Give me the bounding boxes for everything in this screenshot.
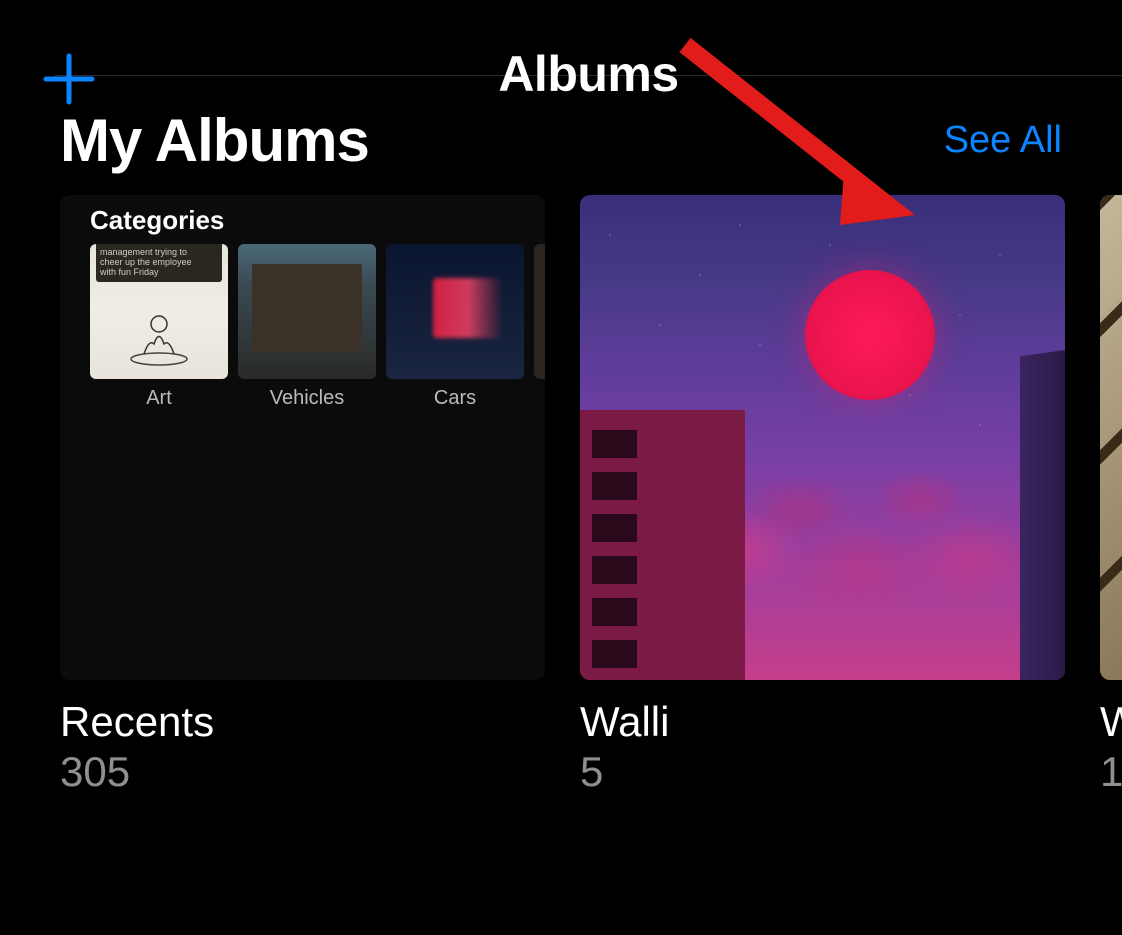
album-walli[interactable]: Walli 5 <box>580 195 1065 796</box>
see-all-link[interactable]: See All <box>944 119 1062 162</box>
building-decoration <box>1020 350 1065 680</box>
category-thumb-vehicles <box>238 244 376 379</box>
category-thumb-art: management trying tocheer up the employe… <box>90 244 228 379</box>
art-caption: management trying tocheer up the employe… <box>100 248 192 278</box>
category-item: Vehicles <box>238 244 376 410</box>
album-cover <box>1100 195 1122 680</box>
categories-label: Categories <box>60 195 545 244</box>
album-partial[interactable]: W 1 <box>1100 195 1122 796</box>
album-cover: Categories management trying tocheer up … <box>60 195 545 680</box>
category-label: Art <box>146 387 172 410</box>
album-cover <box>580 195 1065 680</box>
page-title: Albums <box>498 45 678 103</box>
category-label: Cars <box>434 387 476 410</box>
category-item: Cars <box>386 244 524 410</box>
album-title: Recents <box>60 698 545 746</box>
album-title: W <box>1100 698 1122 746</box>
plus-icon <box>40 50 98 108</box>
header-bar: Albums <box>55 0 1122 76</box>
album-count: 5 <box>580 748 1065 796</box>
album-count: 305 <box>60 748 545 796</box>
albums-row[interactable]: Categories management trying tocheer up … <box>0 195 1122 796</box>
album-count: 1 <box>1100 748 1122 796</box>
album-recents[interactable]: Categories management trying tocheer up … <box>60 195 545 796</box>
sun-decoration <box>805 270 935 400</box>
category-label: Vehicles <box>270 387 345 410</box>
category-item-partial <box>534 244 545 410</box>
section-title: My Albums <box>60 106 369 175</box>
building-decoration <box>580 410 745 680</box>
album-title: Walli <box>580 698 1065 746</box>
categories-grid: management trying tocheer up the employe… <box>60 244 545 410</box>
category-item: management trying tocheer up the employe… <box>90 244 228 410</box>
category-thumb-cars <box>386 244 524 379</box>
add-album-button[interactable] <box>40 50 98 113</box>
art-sketch-icon <box>119 299 199 369</box>
